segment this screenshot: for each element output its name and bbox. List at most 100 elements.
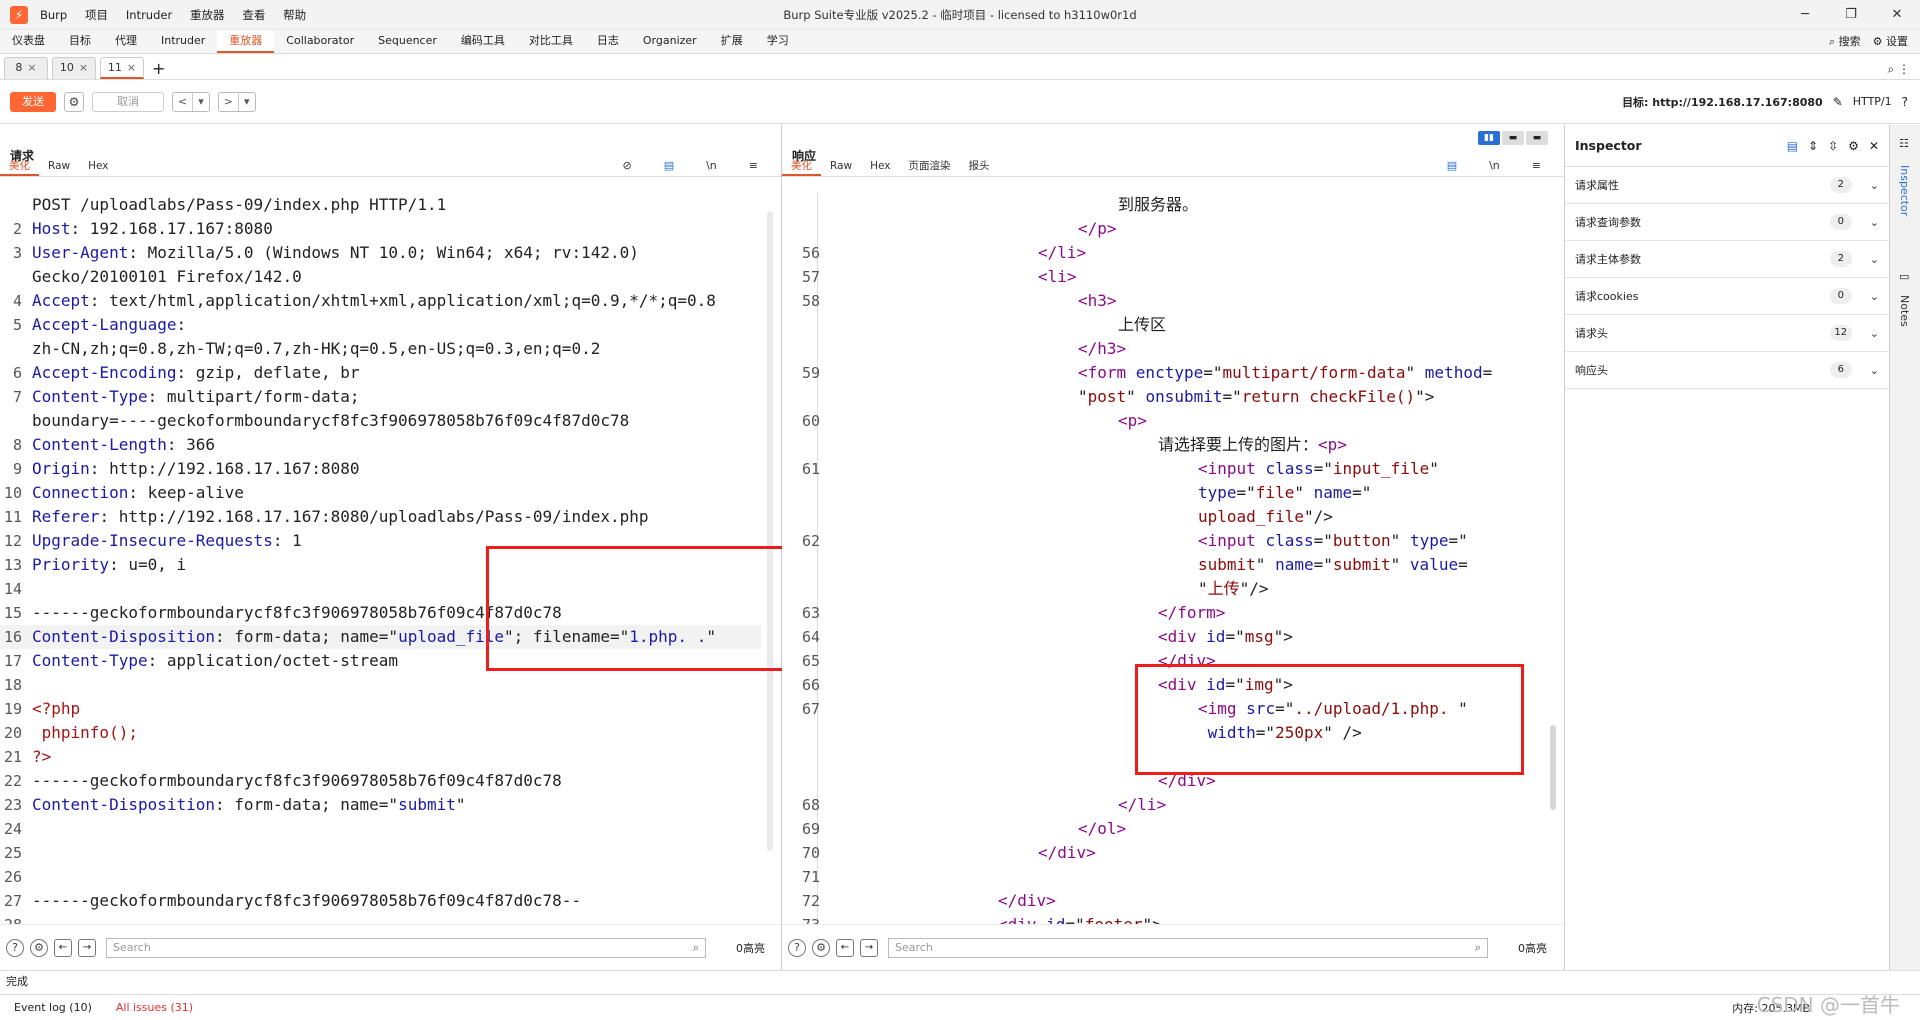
code-line[interactable]: </p> (782, 217, 1544, 241)
search-input[interactable]: Search ⌕ (888, 937, 1488, 958)
close-button[interactable]: ✕ (1874, 7, 1920, 22)
tab-target[interactable]: 目标 (57, 30, 103, 53)
gear-icon[interactable]: ⚙ (64, 91, 84, 112)
tab-raw[interactable]: Raw (39, 157, 79, 176)
menu-help[interactable]: 帮助 (283, 8, 306, 22)
close-icon[interactable]: × (79, 61, 88, 74)
pencil-icon[interactable]: ✎ (1833, 95, 1843, 109)
close-icon[interactable]: × (127, 61, 136, 74)
code-line[interactable]: 69 </ol> (782, 817, 1544, 841)
menu-view[interactable]: 查看 (242, 8, 265, 22)
tab-hex[interactable]: Hex (79, 157, 117, 176)
code-line[interactable]: 71 (782, 865, 1544, 889)
next-arrow-icon[interactable]: → (78, 938, 96, 957)
http-version[interactable]: HTTP/1 (1853, 95, 1892, 108)
code-line[interactable]: 7 Content-Type: multipart/form-data; (0, 385, 761, 409)
close-icon[interactable]: ✕ (1869, 139, 1879, 153)
layout-icon[interactable]: ▤ (1787, 139, 1798, 153)
inspector-row-query-params[interactable]: 请求查询参数 0 ⌄ (1565, 204, 1889, 241)
code-line[interactable]: 25 (0, 841, 761, 865)
code-line[interactable]: 11 Referer: http://192.168.17.167:8080/up… (0, 505, 761, 529)
code-line[interactable]: 63 </form> (782, 601, 1544, 625)
collapse-icon[interactable]: ⇳ (1828, 139, 1838, 153)
code-line[interactable]: POST /uploadlabs/Pass-09/index.php HTTP/… (0, 193, 761, 217)
maximize-button[interactable]: ❐ (1828, 7, 1874, 22)
repeater-tab-11[interactable]: 11 × (100, 57, 144, 79)
tab-sequencer[interactable]: Sequencer (366, 30, 449, 53)
help-icon[interactable]: ? (1902, 95, 1908, 109)
tab-collaborator[interactable]: Collaborator (274, 30, 366, 53)
inspector-row-body-params[interactable]: 请求主体参数 2 ⌄ (1565, 241, 1889, 278)
code-line[interactable]: 24 (0, 817, 761, 841)
menu-icon[interactable]: ≡ (1523, 157, 1550, 176)
code-line[interactable]: zh-CN,zh;q=0.8,zh-TW;q=0.7,zh-HK;q=0.5,e… (0, 337, 761, 361)
hide-icon[interactable]: ⊘ (613, 157, 640, 176)
minimize-button[interactable]: ─ (1782, 7, 1828, 22)
code-line[interactable]: 请选择要上传的图片：<p> (782, 433, 1544, 457)
history-forward[interactable]: > ▾ (217, 91, 256, 112)
code-line[interactable]: submit" name="submit" value= (782, 553, 1544, 577)
add-tab-button[interactable]: + (152, 59, 165, 79)
menu-burp[interactable]: Burp (40, 8, 67, 22)
code-line[interactable]: 3 User-Agent: Mozilla/5.0 (Windows NT 10.… (0, 241, 761, 265)
code-line[interactable]: 73 <div id="footer"> (782, 913, 1544, 924)
code-line[interactable]: 70 </div> (782, 841, 1544, 865)
help-icon[interactable]: ? (6, 938, 24, 957)
code-line[interactable]: 64 <div id="msg"> (782, 625, 1544, 649)
layout-horizontal-icon[interactable]: ▬ (1502, 131, 1524, 145)
inspector-row-request-attributes[interactable]: 请求属性 2 ⌄ (1565, 167, 1889, 204)
next-arrow-icon[interactable]: → (860, 938, 878, 957)
tab-pretty[interactable]: 美化 (782, 157, 821, 176)
send-button[interactable]: 发送 (10, 91, 56, 112)
issues-link[interactable]: All issues (31) (116, 1001, 193, 1014)
tab-decoder[interactable]: 编码工具 (449, 30, 517, 53)
tab-learn[interactable]: 学习 (755, 30, 801, 53)
layout-split-icon[interactable]: ▮▮ (1478, 131, 1500, 145)
code-line[interactable]: Gecko/20100101 Firefox/142.0 (0, 265, 761, 289)
expand-icon[interactable]: ⇕ (1808, 139, 1818, 153)
code-line[interactable]: 8 Content-Length: 366 (0, 433, 761, 457)
code-line[interactable]: </h3> (782, 337, 1544, 361)
menu-repeater[interactable]: 重放器 (190, 8, 225, 22)
gear-icon[interactable]: ⚙ (30, 938, 48, 957)
event-log-link[interactable]: Event log (10) (14, 1001, 92, 1014)
notes-side-icon[interactable]: ▭ (1899, 270, 1909, 283)
code-line[interactable]: 到服务器。 (782, 193, 1544, 217)
inspector-side-icon[interactable]: ☷ (1899, 137, 1909, 150)
inspector-row-request-headers[interactable]: 请求头 12 ⌄ (1565, 315, 1889, 352)
gear-icon[interactable]: ⚙ (812, 938, 830, 957)
code-line[interactable]: 上传区 (782, 313, 1544, 337)
code-line[interactable]: 20 phpinfo(); (0, 721, 761, 745)
menu-intruder[interactable]: Intruder (126, 8, 172, 22)
prev-arrow-icon[interactable]: ← (54, 938, 72, 957)
code-line[interactable]: 10 Connection: keep-alive (0, 481, 761, 505)
code-line[interactable]: 72 </div> (782, 889, 1544, 913)
wrap-icon[interactable]: ▤ (1438, 157, 1466, 176)
tab-organizer[interactable]: Organizer (631, 30, 709, 53)
tab-hex[interactable]: Hex (861, 157, 899, 176)
tab-headers[interactable]: 报头 (959, 157, 998, 176)
tab-render[interactable]: 页面渲染 (899, 157, 959, 176)
code-line[interactable]: 56 </li> (782, 241, 1544, 265)
scrollbar[interactable] (1550, 725, 1556, 810)
tab-logger[interactable]: 日志 (585, 30, 631, 53)
repeater-tab-10[interactable]: 10 × (52, 57, 96, 79)
code-line[interactable]: 60 <p> (782, 409, 1544, 433)
code-line[interactable]: 62 <input class="button" type=" (782, 529, 1544, 553)
code-line[interactable]: 9 Origin: http://192.168.17.167:8080 (0, 457, 761, 481)
tab-dashboard[interactable]: 仪表盘 (0, 30, 57, 53)
close-icon[interactable]: × (27, 61, 36, 74)
code-line[interactable]: 28 (0, 913, 761, 924)
code-line[interactable]: 26 (0, 865, 761, 889)
newline-icon[interactable]: \n (697, 157, 726, 176)
tab-intruder[interactable]: Intruder (149, 30, 217, 53)
code-line[interactable]: 5 Accept-Language: (0, 313, 761, 337)
code-line[interactable]: boundary=----geckoformboundarycf8fc3f906… (0, 409, 761, 433)
tab-repeater[interactable]: 重放器 (217, 30, 275, 53)
code-line[interactable]: 19 <?php (0, 697, 761, 721)
side-tab-inspector[interactable]: Inspector (1898, 165, 1911, 216)
tab-search-icon[interactable]: ⌕ ⋮ (1887, 59, 1920, 79)
response-editor[interactable]: 到服务器。 </p> 56 </li> 57 <li> 58 <h3> 上传区 </h3> 59 <f… (782, 193, 1544, 924)
code-line[interactable]: upload_file"/> (782, 505, 1544, 529)
scrollbar[interactable] (767, 211, 773, 851)
